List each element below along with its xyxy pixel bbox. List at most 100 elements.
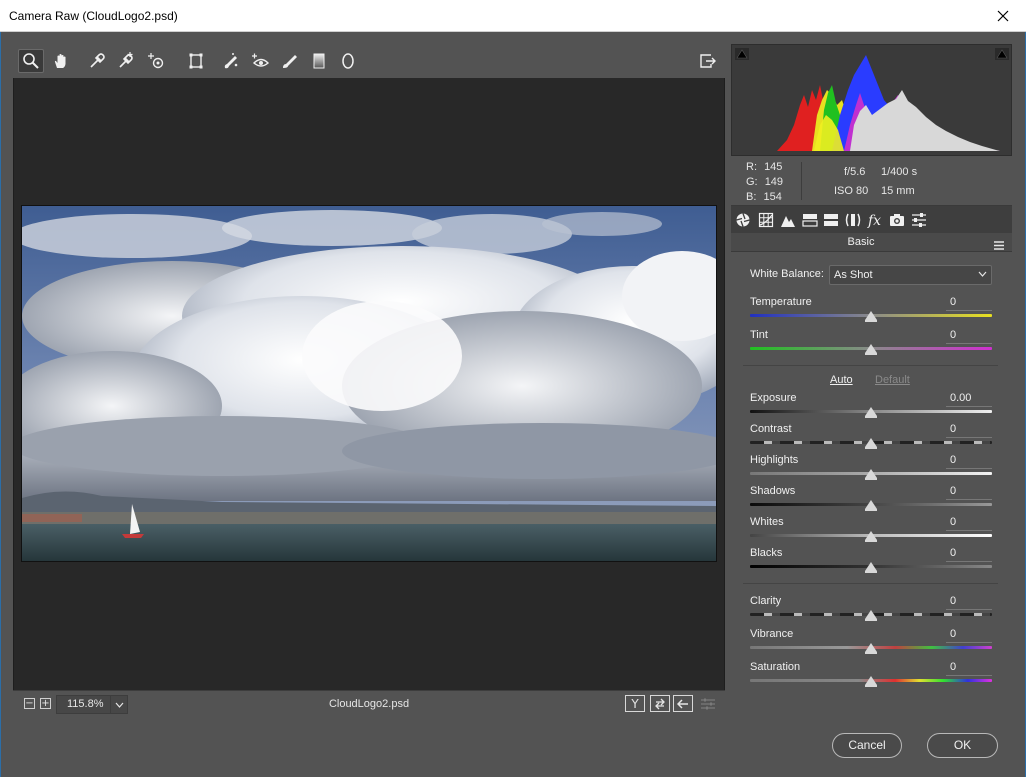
- copy-settings-button[interactable]: [673, 695, 693, 712]
- exposure-value[interactable]: 0.00: [946, 392, 992, 407]
- split-toning-icon: [824, 213, 838, 226]
- tab-hsl[interactable]: [801, 211, 819, 228]
- whites-value[interactable]: 0: [946, 516, 992, 531]
- status-bar: − + 115.8% CloudLogo2.psd Y: [13, 690, 725, 717]
- graduated-filter-tool[interactable]: [306, 49, 332, 73]
- vibrance-label: Vibrance: [750, 628, 794, 640]
- tab-camera-calibration[interactable]: [888, 211, 906, 228]
- divider: [743, 583, 998, 584]
- eyedropper-plus-icon: [119, 52, 133, 68]
- ok-button[interactable]: OK: [927, 733, 998, 758]
- tab-split-toning[interactable]: [822, 211, 840, 228]
- tab-detail[interactable]: [779, 211, 797, 228]
- open-preferences-button[interactable]: [694, 49, 720, 73]
- shadows-value[interactable]: 0: [946, 485, 992, 500]
- highlights-thumb[interactable]: [865, 469, 877, 480]
- chevron-down-icon: [978, 267, 987, 287]
- auto-button[interactable]: Auto: [830, 374, 853, 386]
- close-button[interactable]: [980, 0, 1026, 31]
- vibrance-thumb[interactable]: [865, 643, 877, 654]
- b-value: 154: [763, 191, 782, 203]
- exposure-thumb[interactable]: [865, 407, 877, 418]
- magnifier-icon: [23, 53, 39, 69]
- temperature-label: Temperature: [750, 296, 812, 308]
- whites-thumb[interactable]: [865, 531, 877, 542]
- clarity-label: Clarity: [750, 595, 782, 607]
- temperature-value[interactable]: 0: [946, 296, 992, 311]
- arrow-left-icon: [677, 698, 688, 709]
- title-bar: Camera Raw (CloudLogo2.psd): [0, 0, 1026, 32]
- swap-settings-button[interactable]: [650, 695, 670, 712]
- b-label: B:: [746, 191, 757, 203]
- tab-tone-curve[interactable]: [757, 211, 775, 228]
- photo-preview[interactable]: [21, 205, 717, 562]
- info-divider: [801, 162, 802, 200]
- eyedropper-icon: [90, 53, 105, 68]
- g-value: 149: [764, 176, 784, 188]
- cancel-button[interactable]: Cancel: [832, 733, 902, 758]
- whites-label: Whites: [750, 516, 784, 528]
- tint-value[interactable]: 0: [946, 329, 992, 344]
- fx-icon: fx: [867, 213, 881, 228]
- targeted-adjustment-tool[interactable]: [143, 49, 169, 73]
- tab-presets[interactable]: [910, 211, 928, 228]
- blacks-thumb[interactable]: [865, 562, 877, 573]
- panel-tabs: fx: [731, 206, 1012, 233]
- hand-tool[interactable]: [48, 49, 74, 73]
- blacks-value[interactable]: 0: [946, 547, 992, 562]
- toggle-settings-button[interactable]: [698, 695, 718, 712]
- toolbar: [13, 44, 725, 78]
- transform-tool[interactable]: [183, 49, 209, 73]
- white-balance-value: As Shot: [834, 269, 873, 281]
- highlights-value[interactable]: 0: [946, 454, 992, 469]
- svg-text:fx: fx: [867, 213, 881, 228]
- contrast-thumb[interactable]: [865, 438, 877, 449]
- white-balance-label: White Balance:: [750, 268, 824, 280]
- swap-icon: [655, 698, 665, 709]
- gradient-icon: [313, 53, 325, 69]
- hand-icon: [54, 54, 66, 68]
- color-sampler-tool[interactable]: [113, 49, 139, 73]
- close-icon: [997, 10, 1009, 21]
- shadows-thumb[interactable]: [865, 500, 877, 511]
- white-balance-tool[interactable]: [84, 49, 110, 73]
- export-icon: [700, 54, 716, 68]
- panel-menu-button[interactable]: [994, 237, 1004, 255]
- tab-basic[interactable]: [734, 211, 752, 228]
- g-label: G:: [746, 176, 758, 188]
- contrast-label: Contrast: [750, 423, 792, 435]
- menu-icon: [994, 241, 1004, 250]
- file-name: CloudLogo2.psd: [328, 698, 410, 710]
- ellipse-icon: [342, 53, 354, 69]
- saturation-value[interactable]: 0: [946, 661, 992, 676]
- focal-length: 15 mm: [881, 185, 915, 197]
- exposure-label: Exposure: [750, 392, 797, 404]
- tab-effects[interactable]: fx: [866, 211, 884, 228]
- shadows-label: Shadows: [750, 485, 796, 497]
- pixel-info: R: 145 G: 149 B: 154 f/5.6 1/400 s ISO 8…: [731, 156, 1012, 206]
- saturation-label: Saturation: [750, 661, 801, 673]
- contrast-value[interactable]: 0: [946, 423, 992, 438]
- temperature-thumb[interactable]: [865, 311, 877, 322]
- window-title: Camera Raw (CloudLogo2.psd): [9, 9, 178, 23]
- default-button[interactable]: Default: [875, 374, 910, 386]
- tab-lens-corrections[interactable]: [844, 211, 862, 228]
- red-eye-tool[interactable]: [247, 49, 273, 73]
- sliders-icon: [912, 212, 926, 227]
- saturation-thumb[interactable]: [865, 676, 877, 687]
- tint-thumb[interactable]: [865, 344, 877, 355]
- adjustment-brush-tool[interactable]: [277, 49, 303, 73]
- hsl-icon: [802, 213, 818, 227]
- histogram-graph: [777, 55, 1000, 151]
- mountain-icon: [781, 215, 795, 227]
- vibrance-value[interactable]: 0: [946, 628, 992, 643]
- spot-removal-tool[interactable]: [218, 49, 244, 73]
- clarity-thumb[interactable]: [865, 610, 877, 621]
- clarity-value[interactable]: 0: [946, 595, 992, 610]
- section-header: Basic: [731, 233, 1012, 252]
- before-after-view-button[interactable]: Y: [625, 695, 645, 712]
- white-balance-select[interactable]: As Shot: [829, 265, 992, 285]
- tint-label: Tint: [750, 329, 768, 341]
- radial-filter-tool[interactable]: [335, 49, 361, 73]
- zoom-tool[interactable]: [18, 49, 44, 73]
